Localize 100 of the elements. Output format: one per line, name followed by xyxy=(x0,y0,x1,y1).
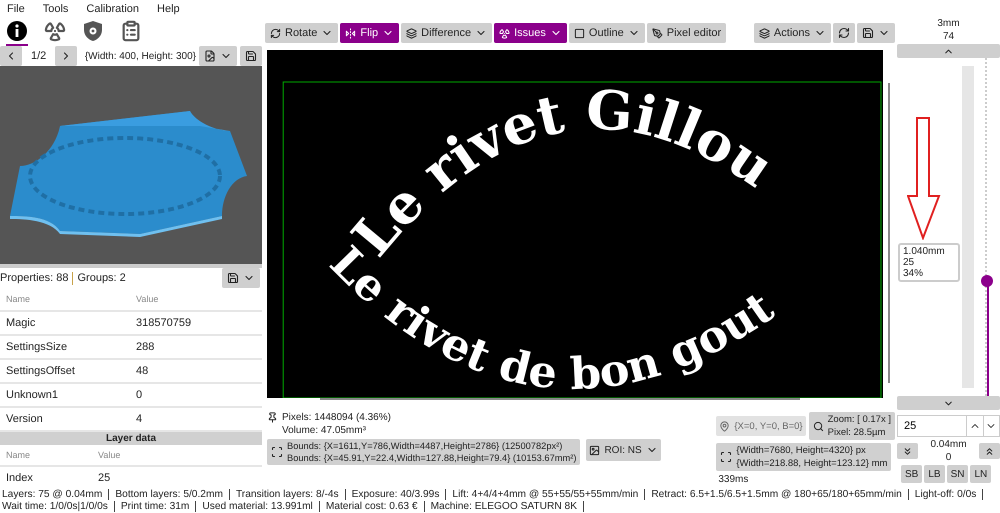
arrow-icon xyxy=(907,116,941,240)
table-cell-text: Magic xyxy=(5,317,36,329)
layers-icon xyxy=(758,28,770,38)
scrollbar[interactable] xyxy=(320,398,800,400)
layer-info: 0 xyxy=(946,452,952,463)
toolbar-button[interactable]: Flip xyxy=(340,23,400,43)
scrollbar[interactable] xyxy=(888,83,890,383)
table-cell-text: Unknown1 xyxy=(5,389,59,401)
section-title: Layer data xyxy=(0,432,262,445)
layer-nav-button[interactable]: LN xyxy=(970,465,992,483)
toolbar-button[interactable]: Issues xyxy=(494,23,567,43)
pixels-count: Pixels: 1448094 (4.36%) xyxy=(282,412,391,423)
clipboard-icon xyxy=(120,20,142,42)
menu-item[interactable]: File xyxy=(7,3,25,15)
thumbnail-size: {Width: 400, Height: 300} xyxy=(84,50,196,62)
toolbar-button[interactable]: Outline xyxy=(568,23,645,43)
volume: Volume: 47.05mm³ xyxy=(282,425,367,436)
export-thumbnail-button[interactable] xyxy=(199,46,237,66)
properties-count: Properties: 88 xyxy=(0,272,68,284)
table-cell-text: 4 xyxy=(135,413,144,425)
menu-item[interactable]: Calibration xyxy=(86,3,140,15)
resolution-text: {Width=7680, Height=4320} px xyxy=(736,445,867,456)
status-item: Layers: 75 @ 0.04mm xyxy=(2,488,110,500)
bounds-icon xyxy=(720,451,732,463)
table-cell-text: SettingsOffset xyxy=(5,365,76,377)
radiation-icon xyxy=(44,20,66,42)
actions-button[interactable]: Actions xyxy=(754,23,831,43)
image-icon xyxy=(589,444,600,456)
location-icon xyxy=(719,420,730,432)
table-cell-text: SettingsSize xyxy=(5,341,68,353)
pin-icon xyxy=(267,412,278,423)
status-item: Lift: 4+4/4+4mm @ 55+55/55+55mm/min xyxy=(446,488,646,500)
refresh-button[interactable] xyxy=(833,23,855,43)
rotate-icon xyxy=(270,28,281,38)
flip-icon xyxy=(345,28,356,38)
table-cell-text: 25 xyxy=(97,472,112,484)
menu-item[interactable]: Help xyxy=(157,3,180,15)
layer-info: 0.04mm xyxy=(930,439,967,450)
table-cell-text: 0 xyxy=(135,389,144,401)
shield-gear-icon xyxy=(83,20,103,42)
column-header: Name xyxy=(5,450,32,460)
square-icon xyxy=(574,28,585,38)
radiation-icon xyxy=(499,28,510,38)
layer-nav-button[interactable]: SN xyxy=(946,465,968,483)
save-menu-button[interactable] xyxy=(222,268,260,288)
bounds-text: Bounds: {X=1611,Y=786,Width=4487,Height=2786} (12500782px²) xyxy=(287,441,564,451)
status-item: Light-off: 0/0s xyxy=(908,488,984,500)
toolbar-button[interactable]: Rotate xyxy=(265,23,338,43)
layer-nav-button[interactable]: LB xyxy=(924,465,945,483)
render-time: 339ms xyxy=(717,474,748,485)
layer-tooltip: 1.040mm 25 34% xyxy=(898,243,960,282)
layer-label: 3mm xyxy=(937,18,960,29)
table-cell-text: 48 xyxy=(135,365,150,377)
zoom-text: Zoom: [ 0.17x ] xyxy=(828,414,891,425)
search-icon xyxy=(812,420,824,432)
refresh-icon xyxy=(838,27,850,39)
table-cell-text: 318570759 xyxy=(135,317,192,329)
save-icon xyxy=(227,272,239,284)
previous-button[interactable] xyxy=(0,46,22,66)
bounds-text: Bounds: {X=45.91,Y=22.4,Width=127.88,Height=79.4} (10153.67mm²) xyxy=(287,453,576,463)
status-item: Transition layers: 8/-4s xyxy=(230,488,346,500)
status-item: Machine: ELEGOO SATURN 8K xyxy=(424,500,584,512)
layer-nav-button[interactable]: SB xyxy=(901,465,922,483)
status-item: Wait time: 1/0/0s|1/0/0s xyxy=(2,500,115,512)
toolbar-button[interactable]: Pixel editor xyxy=(646,23,726,43)
zoom-text: Pixel: 28.5µm xyxy=(828,427,886,438)
status-item: Exposure: 40/3.99s xyxy=(346,488,446,500)
save-icon xyxy=(245,50,257,62)
save-menu-button[interactable] xyxy=(857,23,895,43)
table-cell-text: 288 xyxy=(135,341,156,353)
menu-item[interactable]: Tools xyxy=(42,3,68,15)
groups-count: Groups: 2 xyxy=(77,272,126,284)
last-layer-button[interactable] xyxy=(979,443,1000,459)
status-item: Bottom layers: 5/0.2mm xyxy=(109,488,230,500)
page-indicator: 1/2 xyxy=(30,50,48,62)
resolution-text: {Width=218.88, Height=123.12} mm xyxy=(736,458,888,469)
column-header: Value xyxy=(97,450,122,460)
status-item: Print time: 31m xyxy=(114,500,196,512)
slider-thumb[interactable] xyxy=(981,275,993,288)
tab[interactable] xyxy=(6,18,28,46)
file-image-icon xyxy=(204,50,216,62)
double-chevron-down-icon xyxy=(902,446,913,456)
status-item: Material cost: 0.63 € xyxy=(320,500,425,512)
table-cell-text: Index xyxy=(5,472,34,484)
status-item: Used material: 13.991ml xyxy=(196,500,320,512)
layer-label: 74 xyxy=(942,31,954,42)
toolbar-button[interactable]: Difference xyxy=(401,23,492,43)
next-button[interactable] xyxy=(55,46,78,66)
status-item: Retract: 6.5+1.5/6.5+1.5mm @ 180+65/180+65mm/min xyxy=(645,488,909,500)
save-icon xyxy=(862,27,874,39)
double-chevron-up-icon xyxy=(984,446,995,456)
save-button[interactable] xyxy=(240,46,262,66)
roi-dropdown[interactable]: ROI: NS xyxy=(586,439,661,461)
layers-icon xyxy=(406,28,418,38)
info-icon xyxy=(6,20,28,42)
table-cell-text: Version xyxy=(5,413,44,425)
layer-spinbox[interactable]: 25 xyxy=(897,415,1000,437)
first-layer-button[interactable] xyxy=(897,443,918,459)
column-header: Name xyxy=(5,294,32,304)
bounds-icon xyxy=(271,446,283,458)
